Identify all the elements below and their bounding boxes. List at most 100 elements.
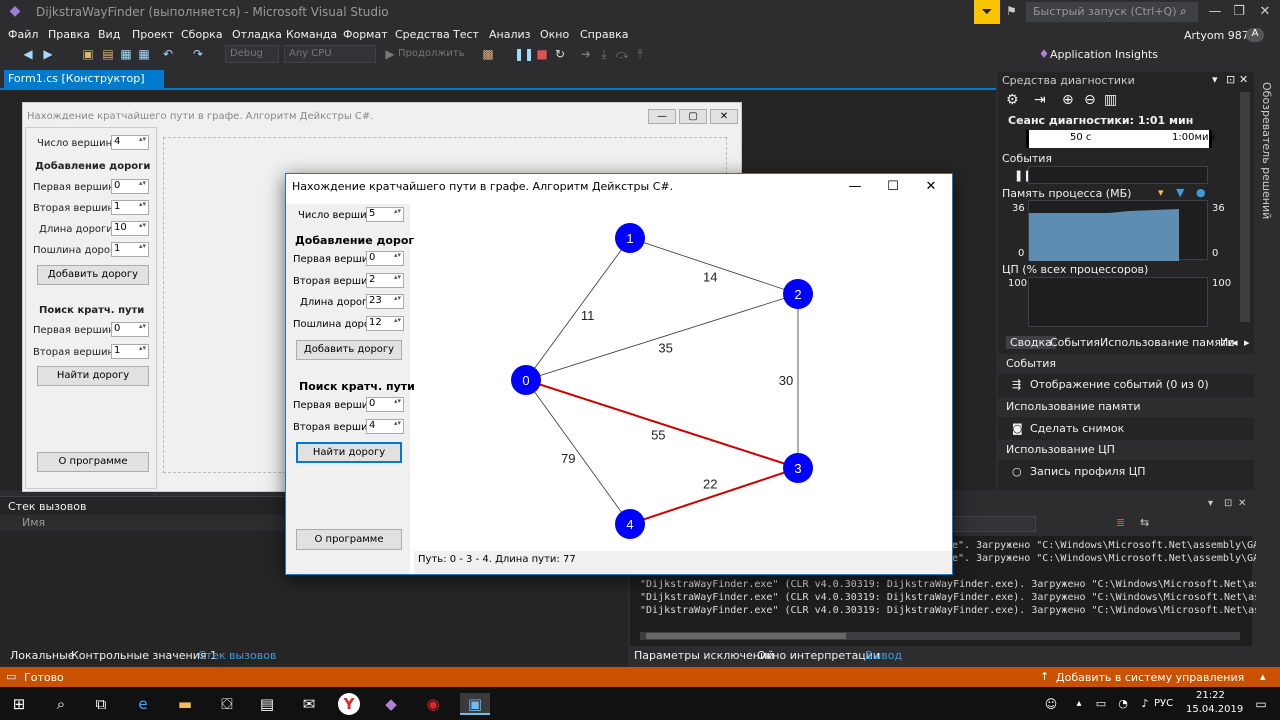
designer-search-second-stepper[interactable]: 1 <box>111 344 149 359</box>
record-cpu-profile-button[interactable]: Запись профиля ЦП <box>1030 465 1146 478</box>
file-explorer-icon[interactable]: ▬ <box>174 693 196 715</box>
feedback-filter-icon[interactable]: ⏷ <box>974 0 1000 24</box>
clock-date[interactable]: 15.04.2019 <box>1186 704 1243 715</box>
menu-project[interactable]: Проект <box>132 28 174 41</box>
network-icon[interactable]: ▭ <box>1090 693 1112 715</box>
tab-events[interactable]: События <box>1050 336 1100 349</box>
tab-memory-usage[interactable]: Использование памяти <box>1100 336 1235 349</box>
designer-about-button[interactable]: О программе <box>37 452 149 472</box>
add-road-button[interactable]: Добавить дорогу <box>296 340 402 360</box>
continue-button[interactable]: Продолжить <box>398 48 465 59</box>
menu-format[interactable]: Формат <box>343 28 388 41</box>
menu-edit[interactable]: Правка <box>48 28 90 41</box>
new-project-icon[interactable]: ▣ <box>80 46 96 62</box>
timeline-start-marker[interactable] <box>1026 130 1029 148</box>
save-all-icon[interactable]: ▦ <box>136 46 152 62</box>
search-icon[interactable]: ⌕ <box>1180 4 1187 19</box>
diag-dropdown-icon[interactable]: ▾ <box>1212 73 1218 86</box>
restart-icon[interactable]: ↻ <box>552 46 568 62</box>
show-events-link[interactable]: Отображение событий (0 из 0) <box>1030 378 1209 391</box>
mail-icon[interactable]: ✉ <box>298 693 320 715</box>
search-first-vertex-stepper[interactable]: 0 <box>366 397 404 412</box>
pause-icon[interactable]: ❚❚ <box>514 46 534 62</box>
tab-exception-settings[interactable]: Параметры исключений <box>634 649 774 662</box>
designer-maximize-button[interactable]: ▢ <box>679 109 707 124</box>
reset-view-icon[interactable]: ▥ <box>1104 92 1117 108</box>
configuration-dropdown[interactable]: Debug <box>225 45 279 63</box>
tabs-scroll-left-icon[interactable]: ◂ <box>1232 336 1238 349</box>
designer-second-vertex-stepper[interactable]: 1 <box>111 200 149 215</box>
tab-output[interactable]: Вывод <box>865 649 902 662</box>
wifi-icon[interactable]: ◔ <box>1112 693 1134 715</box>
road-length-stepper[interactable]: 23 <box>366 294 404 309</box>
menu-window[interactable]: Окно <box>540 28 569 41</box>
menu-analyze[interactable]: Анализ <box>489 28 531 41</box>
show-hidden-icons[interactable]: ▴ <box>1068 693 1090 715</box>
road-toll-stepper[interactable]: 12 <box>366 316 404 331</box>
task-view-icon[interactable]: ⧉ <box>90 693 112 715</box>
memory-chart[interactable] <box>1028 200 1208 261</box>
app-maximize-button[interactable]: ☐ <box>874 177 912 197</box>
tab-locals[interactable]: Локальные <box>10 649 75 662</box>
save-icon[interactable]: ▦ <box>118 46 134 62</box>
yandex-browser-icon[interactable]: Y <box>338 693 360 715</box>
events-section-label[interactable]: События <box>1002 152 1052 165</box>
designer-close-button[interactable]: ✕ <box>710 109 738 124</box>
clock-time[interactable]: 21:22 <box>1196 690 1225 701</box>
tabs-scroll-right-icon[interactable]: ▸ <box>1244 336 1250 349</box>
continue-icon[interactable]: ▶ <box>382 46 398 62</box>
word-wrap-icon[interactable]: ⇆ <box>1140 516 1149 529</box>
zoom-out-icon[interactable]: ⊖ <box>1084 92 1096 108</box>
about-button[interactable]: О программе <box>296 529 402 550</box>
scrollbar-thumb[interactable] <box>646 633 846 639</box>
menu-help[interactable]: Справка <box>580 28 628 41</box>
designer-first-vertex-stepper[interactable]: 0 <box>111 179 149 194</box>
step-over-icon[interactable]: ⤼ <box>614 46 630 62</box>
designer-search-first-stepper[interactable]: 0 <box>111 322 149 337</box>
dijkstra-app-window[interactable]: Нахождение кратчайшего пути в графе. Алг… <box>285 173 953 575</box>
tab-immediate-window[interactable]: Окно интерпретации <box>757 649 880 662</box>
designer-minimize-button[interactable]: — <box>648 109 676 124</box>
stop-icon[interactable]: ■ <box>534 46 550 62</box>
store-icon[interactable]: ⛋ <box>216 693 238 715</box>
taskbar-search-icon[interactable]: ⌕ <box>50 693 72 715</box>
action-center-icon[interactable]: ▭ <box>1250 693 1272 715</box>
export-icon[interactable]: ⇥ <box>1034 92 1046 108</box>
second-vertex-stepper[interactable]: 2 <box>366 273 404 288</box>
designer-vertex-count-stepper[interactable]: 4 <box>111 135 149 150</box>
show-next-statement-icon[interactable]: ➜ <box>578 46 594 62</box>
input-language[interactable]: РУС <box>1154 698 1173 709</box>
volume-icon[interactable]: ♪ <box>1134 693 1156 715</box>
cpu-chart[interactable] <box>1028 277 1208 327</box>
platform-dropdown[interactable]: Any CPU <box>284 45 376 63</box>
tab-summary[interactable]: Сводка <box>1006 336 1056 349</box>
tab-form1-designer[interactable]: Form1.cs [Конструктор] ⊡ ✕ <box>4 70 164 98</box>
menu-view[interactable]: Вид <box>98 28 120 41</box>
menu-debug[interactable]: Отладка <box>232 28 282 41</box>
diag-pin-icon[interactable]: ⊡ <box>1226 73 1235 86</box>
monitor-app-icon[interactable]: ▤ <box>256 693 278 715</box>
vertex-count-stepper[interactable]: 5 <box>366 207 404 222</box>
avatar[interactable]: A <box>1246 28 1264 42</box>
app-minimize-button[interactable]: — <box>836 177 874 197</box>
output-dropdown-icon[interactable]: ▾ <box>1208 498 1213 509</box>
output-close-icon[interactable]: ✕ <box>1238 498 1246 509</box>
menu-team[interactable]: Команда <box>286 28 337 41</box>
app-close-button[interactable]: ✕ <box>912 177 950 197</box>
search-second-vertex-stepper[interactable]: 4 <box>366 419 404 434</box>
tab-watch-1[interactable]: Контрольные значения 1 <box>71 649 217 662</box>
cpu-section-label[interactable]: ЦП (% всех процессоров) <box>1002 263 1148 276</box>
designer-add-road-button[interactable]: Добавить дорогу <box>37 265 149 285</box>
windows-start-icon[interactable]: ⊞ <box>8 693 30 715</box>
designer-length-stepper[interactable]: 10 <box>111 221 149 236</box>
settings-icon[interactable]: ⚙ <box>1006 92 1019 108</box>
designer-find-road-button[interactable]: Найти дорогу <box>37 366 149 386</box>
menu-test[interactable]: Тест <box>453 28 479 41</box>
back-icon[interactable]: ◀ <box>20 46 36 62</box>
open-folder-icon[interactable]: ▤ <box>100 46 116 62</box>
user-account[interactable]: Artyom 987 <box>1184 29 1249 42</box>
graph-canvas[interactable]: 11 14 35 30 55 79 22 0 1 2 3 4 <box>414 208 942 550</box>
take-snapshot-button[interactable]: Сделать снимок <box>1030 422 1124 435</box>
quick-launch-input[interactable]: Быстрый запуск (Ctrl+Q) <box>1026 2 1198 22</box>
solution-explorer-tab[interactable]: Обозреватель решений <box>1256 72 1280 666</box>
